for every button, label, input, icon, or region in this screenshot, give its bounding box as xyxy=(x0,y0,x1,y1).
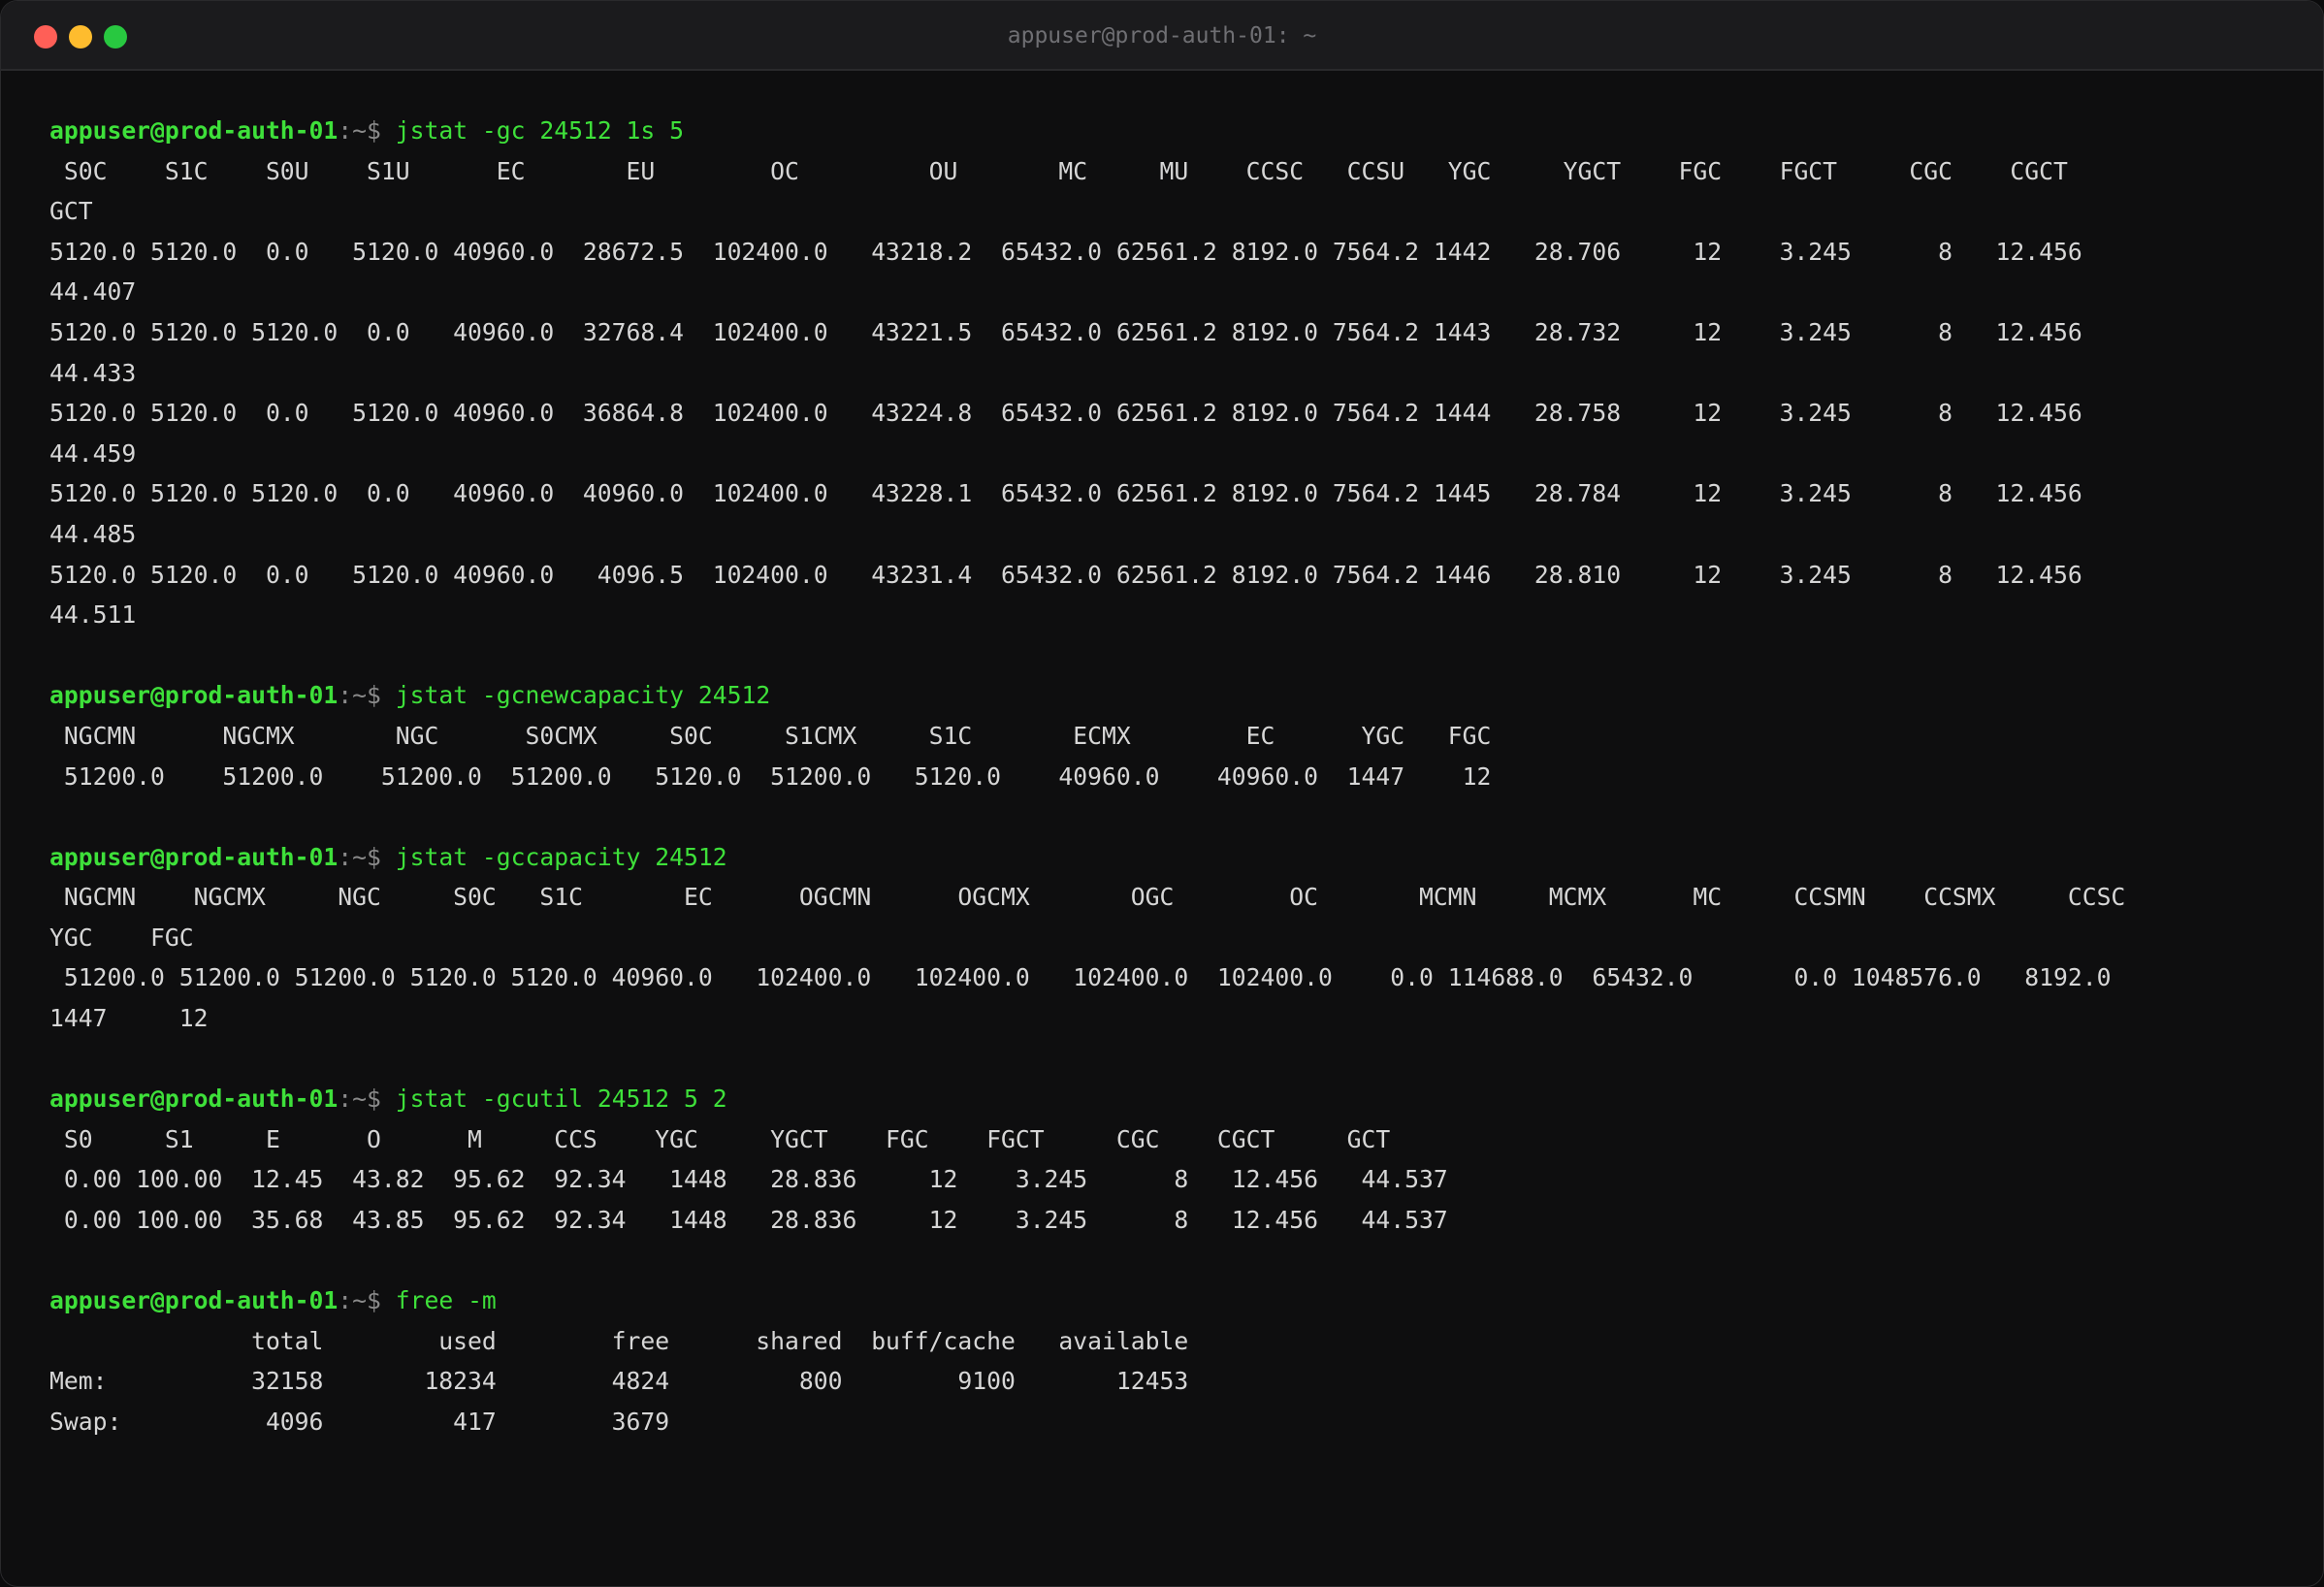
prompt-symbol: $ xyxy=(367,1286,381,1315)
output-line: 5120.0 5120.0 5120.0 0.0 40960.0 32768.4… xyxy=(49,317,2082,346)
output-line: GCT xyxy=(49,197,93,226)
command-text: jstat -gcutil 24512 5 2 xyxy=(395,1085,727,1114)
output-line: 1447 12 xyxy=(49,1004,209,1033)
output-line: 44.407 xyxy=(49,277,137,307)
prompt-path: :~ xyxy=(338,1085,367,1114)
output-line: 5120.0 5120.0 5120.0 0.0 40960.0 40960.0… xyxy=(49,479,2082,508)
output-line: 5120.0 5120.0 0.0 5120.0 40960.0 28672.5… xyxy=(49,237,2082,266)
output-line: 51200.0 51200.0 51200.0 5120.0 5120.0 40… xyxy=(49,963,2112,992)
output-line: 44.511 xyxy=(49,600,137,630)
command-block: appuser@prod-auth-01:~$ jstat -gcutil 24… xyxy=(49,1079,2294,1240)
output-line: YGC FGC xyxy=(49,923,194,952)
output-line: NGCMN NGCMX NGC S0C S1C EC OGCMN OGCMX O… xyxy=(49,883,2126,912)
output-line: 5120.0 5120.0 0.0 5120.0 40960.0 4096.5 … xyxy=(49,560,2082,589)
prompt-line: appuser@prod-auth-01:~$ jstat -gc 24512 … xyxy=(49,111,2294,151)
output-line: 44.459 xyxy=(49,438,137,468)
prompt-symbol: $ xyxy=(367,116,381,145)
command-block: appuser@prod-auth-01:~$ jstat -gcnewcapa… xyxy=(49,675,2294,796)
output-line: 0.00 100.00 35.68 43.85 95.62 92.34 1448… xyxy=(49,1206,1448,1235)
window-title: appuser@prod-auth-01: ~ xyxy=(1007,23,1317,49)
output-line: 51200.0 51200.0 51200.0 51200.0 5120.0 5… xyxy=(49,761,1492,791)
output-line: S0C S1C S0U S1U EC EU OC OU MC MU CCSC C… xyxy=(49,156,2068,185)
output-line: S0 S1 E O M CCS YGC YGCT FGC FGCT CGC CG… xyxy=(49,1124,1391,1153)
output-line: total used free shared buff/cache availa… xyxy=(49,1326,1189,1355)
output-line: 44.433 xyxy=(49,358,137,387)
terminal-window: appuser@prod-auth-01: ~ appuser@prod-aut… xyxy=(0,0,2324,1587)
title-bar: appuser@prod-auth-01: ~ xyxy=(1,1,2323,71)
output-line: Mem: 32158 18234 4824 800 9100 12453 xyxy=(49,1367,1189,1396)
prompt-path: :~ xyxy=(338,842,367,871)
prompt-line: appuser@prod-auth-01:~$ jstat -gccapacit… xyxy=(49,837,2294,878)
command-text: jstat -gc 24512 1s 5 xyxy=(395,116,685,145)
output-line: NGCMN NGCMX NGC S0CMX S0C S1CMX S1C ECMX… xyxy=(49,721,1492,750)
prompt-symbol: $ xyxy=(367,1085,381,1114)
prompt-user-host: appuser@prod-auth-01 xyxy=(49,842,339,871)
prompt-path: :~ xyxy=(338,681,367,710)
command-block: appuser@prod-auth-01:~$ jstat -gc 24512 … xyxy=(49,111,2294,635)
prompt-user-host: appuser@prod-auth-01 xyxy=(49,116,339,145)
prompt-user-host: appuser@prod-auth-01 xyxy=(49,1286,339,1315)
prompt-path: :~ xyxy=(338,1286,367,1315)
prompt-path: :~ xyxy=(338,116,367,145)
prompt-line: appuser@prod-auth-01:~$ free -m xyxy=(49,1280,2294,1321)
output-line: 44.485 xyxy=(49,519,137,548)
command-text: jstat -gcnewcapacity 24512 xyxy=(395,681,771,710)
terminal-output[interactable]: appuser@prod-auth-01:~$ jstat -gc 24512 … xyxy=(49,71,2294,1586)
output-line: Swap: 4096 417 3679 xyxy=(49,1408,670,1436)
prompt-symbol: $ xyxy=(367,842,381,871)
prompt-line: appuser@prod-auth-01:~$ jstat -gcnewcapa… xyxy=(49,675,2294,716)
command-block: appuser@prod-auth-01:~$ jstat -gccapacit… xyxy=(49,837,2294,1039)
command-block: appuser@prod-auth-01:~$ free -m total us… xyxy=(49,1280,2294,1441)
command-text: jstat -gccapacity 24512 xyxy=(395,842,727,871)
command-text: free -m xyxy=(395,1286,497,1315)
prompt-user-host: appuser@prod-auth-01 xyxy=(49,681,339,710)
output-line: 5120.0 5120.0 0.0 5120.0 40960.0 36864.8… xyxy=(49,399,2082,428)
prompt-line: appuser@prod-auth-01:~$ jstat -gcutil 24… xyxy=(49,1079,2294,1119)
output-line: 0.00 100.00 12.45 43.82 95.62 92.34 1448… xyxy=(49,1165,1448,1194)
prompt-symbol: $ xyxy=(367,681,381,710)
prompt-user-host: appuser@prod-auth-01 xyxy=(49,1085,339,1114)
